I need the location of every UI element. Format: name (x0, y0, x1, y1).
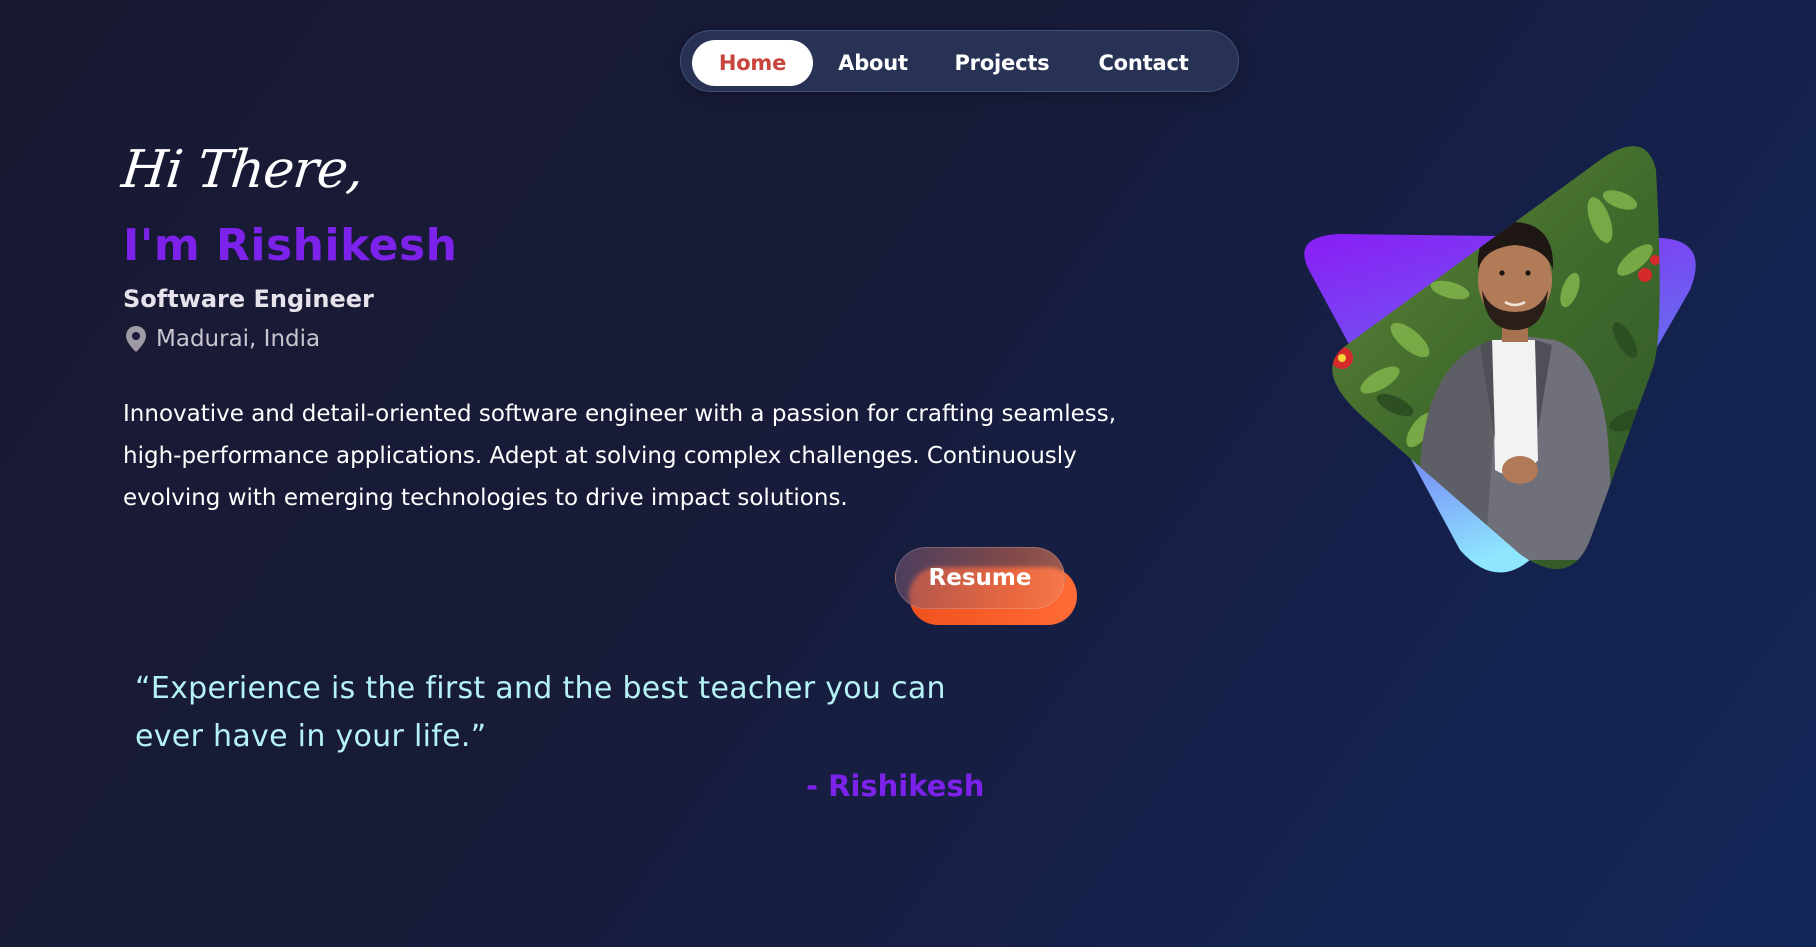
location-text: Madurai, India (156, 326, 321, 352)
nav-about-link[interactable]: About (821, 40, 925, 86)
bio-paragraph: Innovative and detail-oriented software … (123, 401, 1117, 511)
profile-photo-graphic (1304, 146, 1696, 573)
quote-text: “Experience is the first and the best te… (135, 671, 946, 754)
nav-projects-link[interactable]: Projects (937, 40, 1067, 86)
top-navigation: Home About Projects Contact (680, 30, 1239, 92)
resume-button[interactable]: Resume (895, 547, 1065, 609)
location-pin-icon (126, 326, 146, 352)
hero-name: I'm Rishikesh (123, 220, 458, 271)
location: Madurai, India (124, 325, 320, 353)
nav-contact-link[interactable]: Contact (1081, 40, 1206, 86)
nav-home-link[interactable]: Home (692, 40, 813, 86)
profile-photo (1270, 140, 1710, 590)
job-title: Software Engineer (123, 285, 374, 313)
quote-author: - Rishikesh (806, 769, 985, 803)
resume-button-group: Resume (895, 547, 1077, 627)
greeting-text: Hi There, (118, 140, 366, 200)
